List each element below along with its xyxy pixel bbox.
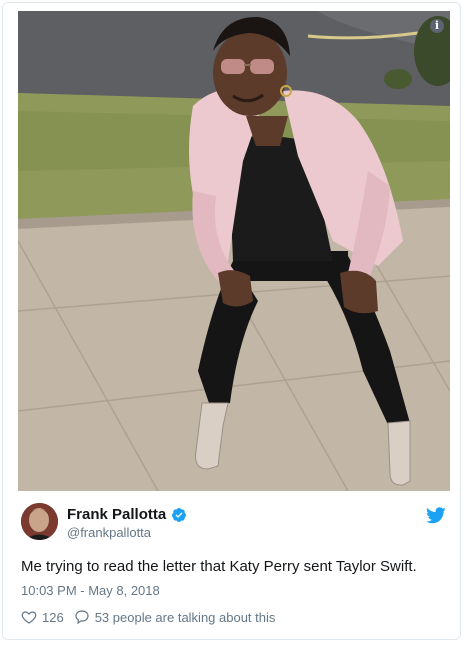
info-icon[interactable]: i — [430, 19, 444, 33]
conversation-link[interactable]: 53 people are talking about this — [74, 609, 276, 625]
tweet-media-photo[interactable]: i — [18, 11, 450, 491]
tweet-timestamp[interactable]: 10:03 PM - May 8, 2018 — [21, 583, 160, 598]
photo-illustration — [18, 11, 450, 491]
like-count: 126 — [42, 609, 64, 625]
heart-icon — [21, 611, 37, 624]
avatar-image — [21, 503, 58, 540]
like-button[interactable]: 126 — [21, 609, 64, 625]
tweet-actions: 126 53 people are talking about this — [21, 609, 275, 625]
avatar[interactable] — [21, 503, 58, 540]
author-name-row: Frank Pallotta — [67, 506, 187, 523]
tweet-text: Me trying to read the letter that Katy P… — [21, 558, 417, 575]
twitter-bird-icon[interactable] — [426, 507, 446, 524]
speech-bubble-icon — [75, 610, 89, 625]
author-name[interactable]: Frank Pallotta — [67, 506, 166, 523]
talking-count: 53 people are talking about this — [94, 609, 276, 625]
verified-badge-icon — [172, 507, 187, 522]
tweet-header: Frank Pallotta @frankpallotta — [21, 503, 446, 543]
embedded-tweet-card: i Frank Pallotta @frankpallotta Me tryin… — [2, 2, 461, 640]
author-handle[interactable]: @frankpallotta — [67, 525, 151, 540]
